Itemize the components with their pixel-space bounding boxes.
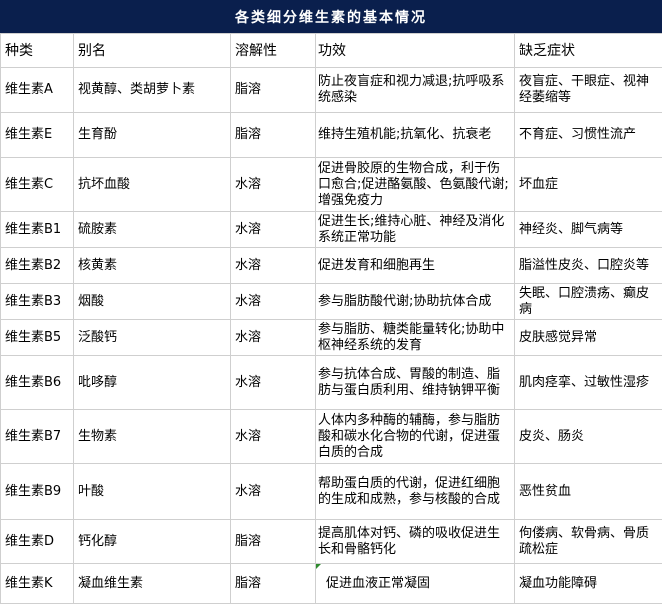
- cell-kind[interactable]: 维生素B2: [0, 247, 74, 284]
- cell-function[interactable]: 促进血液正常凝固: [315, 563, 515, 604]
- cell-kind[interactable]: 维生素B7: [0, 409, 74, 464]
- cell-function[interactable]: 参与脂肪、糖类能量转化;协助中枢神经系统的发育: [315, 319, 515, 356]
- cell-alias[interactable]: 泛酸钙: [73, 319, 231, 356]
- cell-kind[interactable]: 维生素D: [0, 519, 74, 564]
- table-row: 维生素K 凝血维生素 脂溶 促进血液正常凝固 凝血功能障碍: [0, 563, 662, 604]
- cell-function[interactable]: 提高肌体对钙、磷的吸收促进生长和骨骼钙化: [315, 519, 515, 564]
- cell-deficiency[interactable]: 皮肤感觉异常: [514, 319, 662, 356]
- table-row: 维生素B3 烟酸 水溶 参与脂肪酸代谢;协助抗体合成 失眠、口腔溃疡、癫皮病: [0, 283, 662, 320]
- cell-deficiency[interactable]: 佝偻病、软骨病、骨质疏松症: [514, 519, 662, 564]
- cell-deficiency[interactable]: 肌肉痉挛、过敏性湿疹: [514, 355, 662, 410]
- cell-function[interactable]: 促进发育和细胞再生: [315, 247, 515, 284]
- table-row: 维生素B7 生物素 水溶 人体内多种酶的辅酶，参与脂肪酸和碳水化合物的代谢，促进…: [0, 409, 662, 464]
- cell-solubility[interactable]: 水溶: [230, 247, 316, 284]
- cell-solubility[interactable]: 脂溶: [230, 563, 316, 604]
- header-cell-function[interactable]: 功效: [315, 33, 515, 68]
- cell-alias[interactable]: 抗坏血酸: [73, 157, 231, 212]
- table-row: 维生素B2 核黄素 水溶 促进发育和细胞再生 脂溢性皮炎、口腔炎等: [0, 247, 662, 284]
- cell-alias[interactable]: 生物素: [73, 409, 231, 464]
- table-row: 维生素C 抗坏血酸 水溶 促进骨胶原的生物合成，利于伤口愈合;促进酪氨酸、色氨酸…: [0, 157, 662, 212]
- cell-deficiency[interactable]: 夜盲症、干眼症、视神经萎缩等: [514, 67, 662, 113]
- cell-function[interactable]: 帮助蛋白质的代谢，促进红细胞的生成和成熟，参与核酸的合成: [315, 463, 515, 520]
- cell-solubility[interactable]: 脂溶: [230, 519, 316, 564]
- cell-function[interactable]: 人体内多种酶的辅酶，参与脂肪酸和碳水化合物的代谢，促进蛋白质的合成: [315, 409, 515, 464]
- cell-kind[interactable]: 维生素B5: [0, 319, 74, 356]
- cell-function[interactable]: 促进生长;维持心脏、神经及消化系统正常功能: [315, 211, 515, 248]
- cell-alias[interactable]: 硫胺素: [73, 211, 231, 248]
- cell-alias[interactable]: 凝血维生素: [73, 563, 231, 604]
- vitamin-table-sheet: 各类细分维生素的基本情况 种类 别名 溶解性 功效 缺乏症状 维生素A 视黄醇、…: [0, 0, 662, 605]
- cell-alias[interactable]: 烟酸: [73, 283, 231, 320]
- cell-solubility[interactable]: 水溶: [230, 463, 316, 520]
- header-cell-kind[interactable]: 种类: [0, 33, 74, 68]
- header-cell-solubility[interactable]: 溶解性: [230, 33, 316, 68]
- cell-alias[interactable]: 叶酸: [73, 463, 231, 520]
- header-cell-alias[interactable]: 别名: [73, 33, 231, 68]
- cell-function[interactable]: 防止夜盲症和视力减退;抗呼吸系统感染: [315, 67, 515, 113]
- cell-alias[interactable]: 吡哆醇: [73, 355, 231, 410]
- cell-function[interactable]: 参与脂肪酸代谢;协助抗体合成: [315, 283, 515, 320]
- cell-solubility[interactable]: 水溶: [230, 409, 316, 464]
- cell-deficiency[interactable]: 恶性贫血: [514, 463, 662, 520]
- cell-solubility[interactable]: 水溶: [230, 319, 316, 356]
- cell-solubility[interactable]: 水溶: [230, 355, 316, 410]
- table-row: 维生素B1 硫胺素 水溶 促进生长;维持心脏、神经及消化系统正常功能 神经炎、脚…: [0, 211, 662, 248]
- table-row: 维生素B9 叶酸 水溶 帮助蛋白质的代谢，促进红细胞的生成和成熟，参与核酸的合成…: [0, 463, 662, 520]
- table-row: 维生素E 生育酚 脂溶 维持生殖机能;抗氧化、抗衰老 不育症、习惯性流产: [0, 112, 662, 158]
- cell-deficiency[interactable]: 失眠、口腔溃疡、癫皮病: [514, 283, 662, 320]
- header-cell-deficiency[interactable]: 缺乏症状: [514, 33, 662, 68]
- cell-solubility[interactable]: 水溶: [230, 283, 316, 320]
- cell-deficiency[interactable]: 脂溢性皮炎、口腔炎等: [514, 247, 662, 284]
- table-row: 维生素D 钙化醇 脂溶 提高肌体对钙、磷的吸收促进生长和骨骼钙化 佝偻病、软骨病…: [0, 519, 662, 564]
- cell-kind[interactable]: 维生素C: [0, 157, 74, 212]
- cell-deficiency[interactable]: 凝血功能障碍: [514, 563, 662, 604]
- cell-kind[interactable]: 维生素K: [0, 563, 74, 604]
- cell-alias[interactable]: 视黄醇、类胡萝卜素: [73, 67, 231, 113]
- cell-alias[interactable]: 生育酚: [73, 112, 231, 158]
- cell-function[interactable]: 参与抗体合成、胃酸的制造、脂肪与蛋白质利用、维持钠钾平衡: [315, 355, 515, 410]
- table-title: 各类细分维生素的基本情况: [0, 0, 662, 33]
- table-row: 维生素A 视黄醇、类胡萝卜素 脂溶 防止夜盲症和视力减退;抗呼吸系统感染 夜盲症…: [0, 67, 662, 113]
- cell-solubility[interactable]: 水溶: [230, 211, 316, 248]
- cell-kind[interactable]: 维生素B1: [0, 211, 74, 248]
- vitamin-table: 种类 别名 溶解性 功效 缺乏症状 维生素A 视黄醇、类胡萝卜素 脂溶 防止夜盲…: [0, 33, 662, 604]
- cell-kind[interactable]: 维生素E: [0, 112, 74, 158]
- cell-alias[interactable]: 核黄素: [73, 247, 231, 284]
- cell-kind[interactable]: 维生素A: [0, 67, 74, 113]
- cell-kind[interactable]: 维生素B6: [0, 355, 74, 410]
- cell-function-text: 促进血液正常凝固: [326, 575, 431, 591]
- table-row: 维生素B6 吡哆醇 水溶 参与抗体合成、胃酸的制造、脂肪与蛋白质利用、维持钠钾平…: [0, 355, 662, 410]
- cell-deficiency[interactable]: 神经炎、脚气病等: [514, 211, 662, 248]
- cell-solubility[interactable]: 脂溶: [230, 112, 316, 158]
- cell-solubility[interactable]: 水溶: [230, 157, 316, 212]
- table-row: 维生素B5 泛酸钙 水溶 参与脂肪、糖类能量转化;协助中枢神经系统的发育 皮肤感…: [0, 319, 662, 356]
- cell-kind[interactable]: 维生素B3: [0, 283, 74, 320]
- cell-function[interactable]: 维持生殖机能;抗氧化、抗衰老: [315, 112, 515, 158]
- cell-comment-marker-icon: [316, 564, 321, 569]
- cell-kind[interactable]: 维生素B9: [0, 463, 74, 520]
- header-row: 种类 别名 溶解性 功效 缺乏症状: [0, 33, 662, 68]
- cell-alias[interactable]: 钙化醇: [73, 519, 231, 564]
- cell-function[interactable]: 促进骨胶原的生物合成，利于伤口愈合;促进酪氨酸、色氨酸代谢;增强免疫力: [315, 157, 515, 212]
- cell-deficiency[interactable]: 皮炎、肠炎: [514, 409, 662, 464]
- cell-deficiency[interactable]: 不育症、习惯性流产: [514, 112, 662, 158]
- cell-solubility[interactable]: 脂溶: [230, 67, 316, 113]
- cell-deficiency[interactable]: 坏血症: [514, 157, 662, 212]
